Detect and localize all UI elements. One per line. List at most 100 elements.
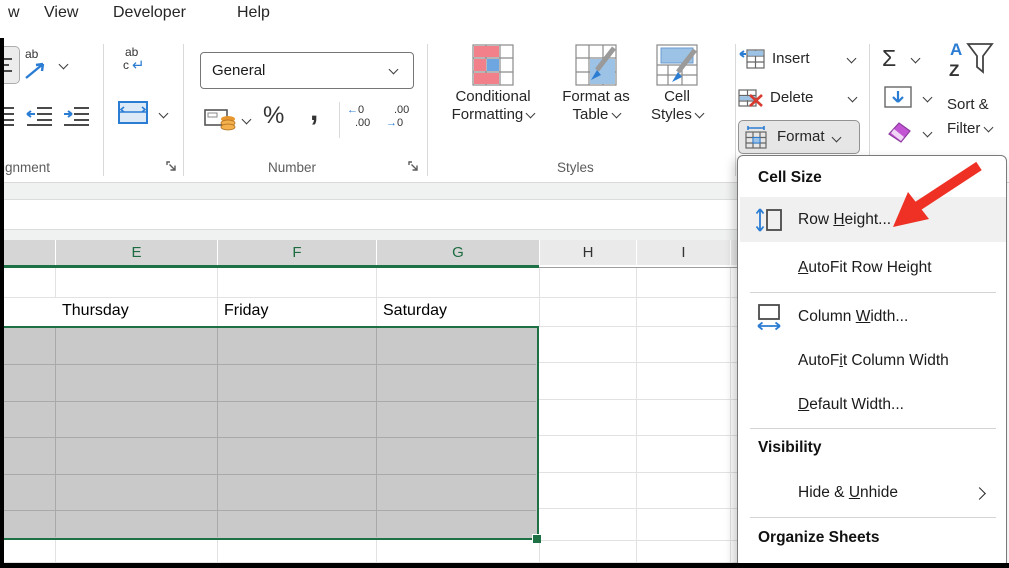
column-header-G[interactable]: G xyxy=(377,240,539,265)
gridline xyxy=(539,326,737,327)
gridline xyxy=(217,328,218,537)
gridline xyxy=(0,510,536,511)
wrap-text-button[interactable]: ab c ↵ xyxy=(122,45,154,84)
headers-underline xyxy=(539,267,737,268)
increase-decimal-arrow-icon: → xyxy=(386,117,397,129)
cell-styles-icon xyxy=(656,44,698,86)
alignment-dialog-launcher-icon[interactable] xyxy=(166,161,178,173)
format-as-table-icon xyxy=(575,44,617,86)
autosum-button[interactable]: Σ xyxy=(882,44,934,72)
merge-center-button[interactable] xyxy=(117,100,151,128)
menu-header-cell-size: Cell Size xyxy=(758,169,822,186)
wrap-return-arrow-icon: ↵ xyxy=(132,57,145,74)
number-format-chevron-icon xyxy=(388,64,399,75)
format-as-table-chevron-icon xyxy=(611,108,621,119)
column-header-F[interactable]: F xyxy=(218,240,376,265)
orientation-button[interactable]: ab xyxy=(24,47,54,82)
cell-thursday[interactable]: Thursday xyxy=(62,302,129,320)
conditional-formatting-icon xyxy=(472,44,514,86)
format-icon xyxy=(745,126,767,149)
gridline xyxy=(0,437,536,438)
number-subseparator xyxy=(339,102,340,138)
autosum-icon: Σ xyxy=(882,44,897,71)
gridline xyxy=(539,399,737,400)
header-upper-strip xyxy=(0,230,737,240)
gridline xyxy=(539,362,737,363)
fill-handle[interactable] xyxy=(532,534,541,543)
excel-window: w View Developer Help ab ab c ↵ ignment … xyxy=(0,0,1009,568)
ribbon-tab-bar: w View Developer Help xyxy=(0,0,1009,30)
gridline xyxy=(539,435,737,436)
menu-item-column-width[interactable]: Column Width... xyxy=(740,295,1006,339)
increase-decimal-button[interactable]: .00 →0 xyxy=(386,104,420,134)
column-header-partial[interactable] xyxy=(0,240,55,265)
sort-filter-label-1: Sort & xyxy=(947,96,989,113)
menu-item-autofit-column-width[interactable]: AutoFit Column Width xyxy=(740,339,1006,383)
selected-headers-green-underline xyxy=(0,265,539,268)
accounting-format-button[interactable] xyxy=(204,106,240,134)
menu-item-hide-unhide[interactable]: Hide & Unhide xyxy=(740,471,1006,515)
tab-developer[interactable]: Developer xyxy=(113,4,186,22)
sort-filter-chevron-icon xyxy=(983,122,993,133)
formula-bar[interactable] xyxy=(0,200,737,230)
increase-indent-button[interactable] xyxy=(62,106,90,128)
menu-item-default-width[interactable]: Default Width... xyxy=(740,383,1006,427)
filter-funnel-icon xyxy=(966,43,994,74)
alignment-group-label: ignment xyxy=(2,160,51,175)
gridline xyxy=(539,472,737,473)
gridline xyxy=(55,268,56,297)
format-as-table-button[interactable]: Format as Table xyxy=(548,42,644,124)
number-dialog-launcher-icon[interactable] xyxy=(408,161,420,173)
menu-item-autofit-row-height[interactable]: AutoFit Row Height xyxy=(740,246,1006,290)
sort-a-glyph: A xyxy=(950,40,963,59)
cell-friday[interactable]: Friday xyxy=(224,302,268,320)
column-header-H[interactable]: H xyxy=(540,240,636,265)
delete-label: Delete xyxy=(770,88,814,106)
gridline xyxy=(55,328,56,537)
number-format-select[interactable]: General xyxy=(200,52,414,89)
fill-button[interactable] xyxy=(884,84,936,110)
gridline xyxy=(539,540,737,541)
percent-style-button[interactable]: % xyxy=(263,102,284,130)
gridline xyxy=(217,540,218,562)
decrease-indent-button[interactable] xyxy=(25,106,53,128)
wrap-text-icon-c: c xyxy=(123,58,129,72)
gridline xyxy=(539,540,540,562)
insert-button[interactable]: Insert xyxy=(739,45,859,72)
delete-button[interactable]: Delete xyxy=(738,84,858,111)
gridline xyxy=(539,508,737,509)
format-as-table-label: Format as xyxy=(562,88,630,105)
accounting-chevron-icon[interactable] xyxy=(241,114,252,125)
selected-range[interactable] xyxy=(0,326,539,540)
tab-view[interactable]: View xyxy=(44,4,78,22)
menu-separator xyxy=(750,292,996,293)
column-header-I[interactable]: I xyxy=(637,240,730,265)
tab-help[interactable]: Help xyxy=(237,4,270,22)
styles-group-label: Styles xyxy=(557,160,594,175)
orientation-chevron-icon[interactable] xyxy=(58,59,69,70)
gridline xyxy=(55,540,56,562)
format-label: Format xyxy=(777,128,825,145)
clear-button[interactable] xyxy=(884,118,936,146)
conditional-formatting-chevron-icon xyxy=(525,108,536,119)
format-chevron-icon xyxy=(831,132,841,142)
conditional-formatting-button[interactable]: Conditional Formatting xyxy=(443,42,543,124)
menu-header-visibility: Visibility xyxy=(758,439,822,456)
column-header-E[interactable]: E xyxy=(56,240,217,265)
format-button[interactable]: Format xyxy=(738,120,860,154)
decrease-decimal-button[interactable]: ←0 .00 xyxy=(347,104,381,134)
cell-styles-button[interactable]: Cell Styles xyxy=(644,42,710,124)
comma-style-button[interactable]: , xyxy=(310,94,318,128)
menu-separator xyxy=(750,428,996,429)
gridline xyxy=(730,268,731,562)
cell-saturday[interactable]: Saturday xyxy=(383,302,447,320)
delete-icon xyxy=(738,88,763,107)
merge-chevron-icon[interactable] xyxy=(158,108,169,119)
tab-review-partial[interactable]: w xyxy=(8,4,20,22)
gridline xyxy=(376,540,377,562)
left-edge-strip xyxy=(0,38,4,568)
sort-z-glyph: Z xyxy=(949,61,960,80)
clear-chevron-icon xyxy=(922,127,933,137)
menu-separator xyxy=(750,517,996,518)
group-separator xyxy=(183,44,184,176)
